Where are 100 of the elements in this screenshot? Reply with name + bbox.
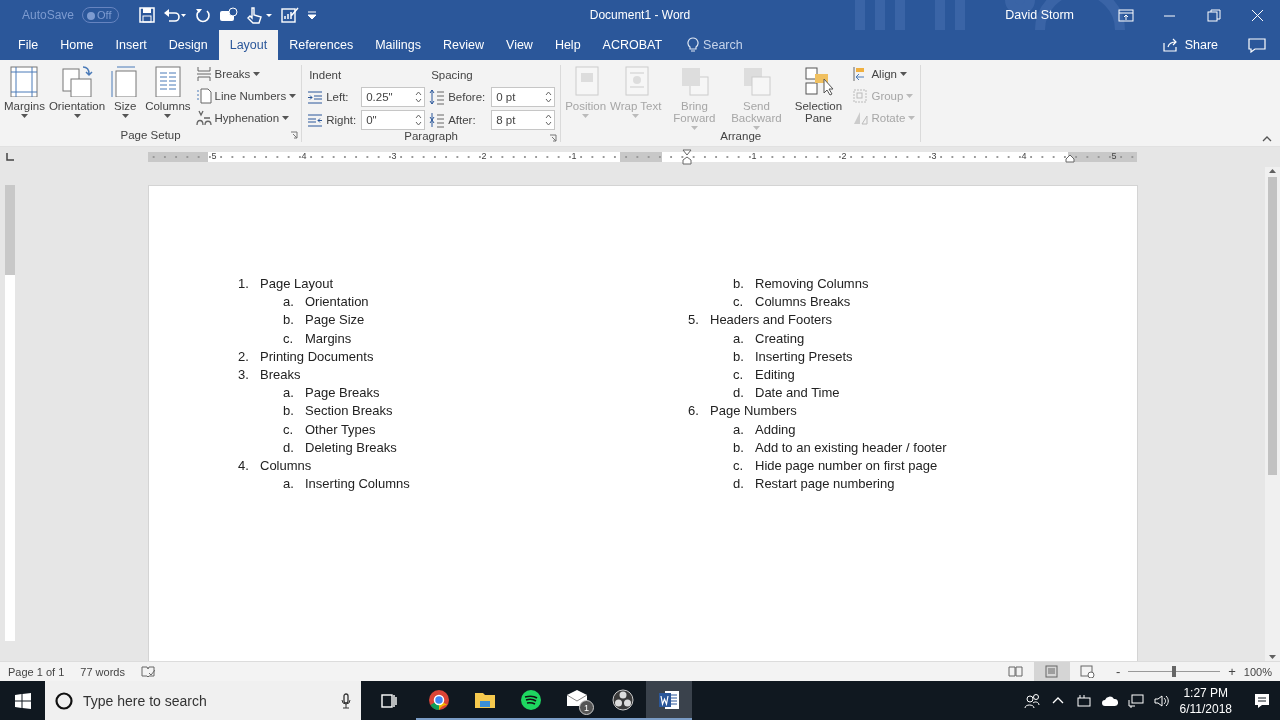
clock-date[interactable]: 6/11/2018	[1179, 700, 1232, 717]
taskbar-search-field[interactable]: Type here to search	[45, 681, 361, 720]
ruler-margin-shading	[148, 152, 208, 162]
list-item-text: Page Size	[305, 311, 365, 330]
ribbon-tab[interactable]: Design	[157, 30, 219, 60]
list-marker: 5.	[688, 311, 700, 330]
ribbon-tab[interactable]: Insert	[104, 30, 158, 60]
ribbon-button[interactable]: Orientation	[47, 65, 107, 127]
zoom-in-button[interactable]: +	[1226, 664, 1238, 679]
ruler-margin-shading	[620, 152, 662, 162]
caret-icon	[253, 72, 261, 76]
list-marker: c.	[283, 420, 295, 439]
proofing-icon[interactable]	[140, 665, 155, 678]
list-marker: d.	[733, 384, 745, 403]
ribbon-button[interactable]: Align	[850, 65, 918, 83]
ribbon-tab[interactable]: Home	[49, 30, 105, 60]
ribbon-button[interactable]: Margins	[3, 65, 46, 127]
ribbon-button[interactable]: Size	[108, 65, 143, 127]
list-marker: a.	[733, 329, 745, 348]
spinner-arrows-icon[interactable]	[415, 90, 423, 104]
ribbon-tab[interactable]: File	[7, 30, 50, 60]
network-icon[interactable]	[1127, 692, 1144, 709]
ribbon-button[interactable]: Breaks	[193, 65, 299, 83]
share-button[interactable]: Share	[1162, 38, 1218, 52]
spin-field[interactable]: 0 pt	[491, 87, 556, 107]
list-marker: 4.	[238, 457, 250, 476]
ribbon-tab[interactable]: Layout	[218, 30, 279, 60]
field-label: After:	[448, 114, 477, 126]
hyphenation-icon	[195, 110, 212, 126]
touch-mode-icon[interactable]	[218, 7, 239, 23]
ribbon-button[interactable]: Line Numbers	[193, 87, 299, 105]
taskbar-app[interactable]	[646, 681, 692, 720]
indent-marker-icon[interactable]	[682, 149, 692, 165]
spin-field[interactable]: 8 pt	[491, 110, 556, 130]
ribbon-tab[interactable]: ACROBAT	[591, 30, 674, 60]
task-view-icon[interactable]	[380, 692, 397, 709]
field-label: Before:	[448, 91, 487, 103]
line-numbers-icon	[195, 88, 212, 104]
collapse-ribbon-icon[interactable]	[1262, 136, 1272, 142]
right-indent-marker-icon[interactable]	[1065, 153, 1075, 163]
ribbon-button[interactable]: Hyphenation	[193, 109, 299, 127]
list-marker: b.	[283, 311, 295, 330]
undo-icon[interactable]	[162, 7, 187, 23]
zoom-out-button[interactable]: -	[1113, 664, 1123, 679]
word-count[interactable]: 77 words	[80, 665, 125, 678]
battery-icon[interactable]	[1075, 692, 1092, 709]
ribbon-tab[interactable]: Review	[432, 30, 495, 60]
microphone-icon[interactable]	[341, 692, 351, 709]
people-icon[interactable]	[1023, 692, 1040, 709]
list-item-text: Other Types	[305, 420, 376, 439]
customize-icon[interactable]	[306, 10, 317, 20]
ruler-number: 2	[481, 151, 487, 162]
ribbon-button[interactable]: Selection Pane	[788, 65, 849, 130]
list-item-text: Headers and Footers	[710, 311, 833, 330]
shutter-icon	[612, 688, 634, 711]
list-item-text: Printing Documents	[260, 347, 374, 366]
spin-field[interactable]: 0"	[361, 110, 426, 130]
user-name[interactable]: David Storm	[1005, 8, 1074, 22]
spinner-arrows-icon[interactable]	[545, 90, 553, 104]
caret-icon	[289, 94, 297, 98]
spin-field[interactable]: 0.25"	[361, 87, 426, 107]
windows-start-icon[interactable]	[14, 692, 31, 709]
restore-icon[interactable]	[1206, 7, 1222, 23]
ribbon-tab[interactable]: Mailings	[364, 30, 432, 60]
ribbon-button[interactable]: Columns	[144, 65, 192, 127]
rotate-icon	[852, 110, 869, 126]
page-count[interactable]: Page 1 of 1	[8, 665, 65, 678]
save-icon[interactable]	[138, 7, 155, 23]
zoom-level[interactable]: 100%	[1243, 665, 1272, 678]
edit-chart-icon[interactable]	[280, 7, 299, 23]
ruler-number: 5	[1111, 151, 1117, 162]
group-label: Paragraph	[404, 130, 458, 142]
taskbar-app[interactable]: 1	[554, 681, 600, 720]
ribbon-display-icon[interactable]	[1118, 7, 1134, 23]
repeat-icon[interactable]	[194, 7, 211, 23]
tab-stop-icon[interactable]	[5, 152, 15, 162]
slider-thumb[interactable]	[1172, 666, 1177, 677]
list-marker: c.	[733, 457, 745, 476]
caret-icon	[282, 116, 290, 120]
spacing-before-icon	[429, 89, 446, 105]
pointer-hand-icon[interactable]	[246, 6, 273, 24]
clock-time[interactable]: 1:27 PM	[1183, 684, 1229, 701]
list-marker: 2.	[238, 347, 250, 366]
ribbon-tab[interactable]: Help	[543, 30, 592, 60]
list-item-text: Columns Breaks	[755, 293, 851, 312]
close-icon[interactable]	[1250, 7, 1266, 23]
list-marker: 1.	[238, 275, 250, 293]
spinner-arrows-icon[interactable]	[545, 113, 553, 127]
comment-icon[interactable]	[1248, 37, 1266, 53]
notifications-icon[interactable]	[1254, 692, 1270, 709]
ribbon-tab[interactable]: View	[495, 30, 544, 60]
caret-icon	[908, 116, 916, 120]
scroll-bar[interactable]	[1265, 167, 1280, 661]
list-marker: 3.	[238, 366, 250, 384]
tell-me-search[interactable]: Search	[703, 38, 743, 52]
ribbon-tab[interactable]: References	[278, 30, 365, 60]
dialog-launcher-icon[interactable]	[549, 134, 558, 142]
dialog-launcher-icon[interactable]	[290, 131, 299, 139]
volume-icon[interactable]	[1153, 692, 1170, 709]
spinner-arrows-icon[interactable]	[415, 113, 423, 127]
